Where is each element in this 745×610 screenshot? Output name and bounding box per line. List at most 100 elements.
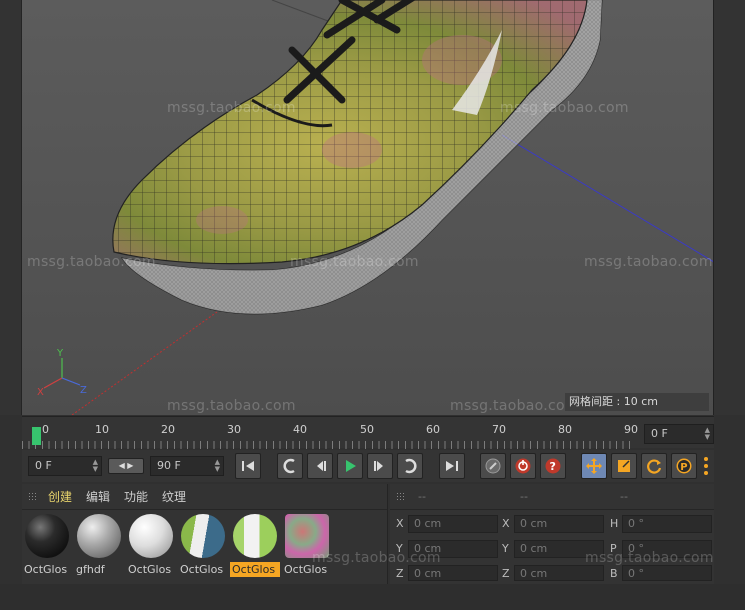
column-header: -- <box>620 490 628 503</box>
autokey-button[interactable]: ? <box>540 453 566 479</box>
tick-label: 0 <box>42 423 49 436</box>
rotate-tool-button[interactable] <box>641 453 667 479</box>
tick-label: 20 <box>161 423 175 436</box>
watermark: mssg.taobao.com <box>585 550 714 566</box>
svg-text:P: P <box>680 462 687 473</box>
material-label: OctGlos <box>128 563 172 576</box>
grid-spacing-readout: 网格间距 : 10 cm <box>565 393 709 411</box>
skip-start-icon <box>242 461 254 471</box>
material-preview <box>181 514 225 558</box>
material-label: OctGlos <box>230 562 280 577</box>
rotation-b-field[interactable]: 0 ° <box>622 565 712 581</box>
axis-label: Z <box>396 567 404 580</box>
record-button[interactable] <box>510 453 536 479</box>
material-item-selected[interactable]: OctGlos <box>230 514 280 578</box>
next-key-button[interactable] <box>397 453 423 479</box>
material-list: OctGlos gfhdf OctGlos OctGlos OctGlos Oc… <box>22 514 388 580</box>
material-item[interactable]: OctGlos <box>126 514 176 578</box>
key-icon <box>485 458 501 474</box>
current-frame-value: 0 F <box>651 427 668 440</box>
tick-label: 40 <box>293 423 307 436</box>
tick-label: 60 <box>426 423 440 436</box>
material-item[interactable]: OctGlos <box>282 514 332 578</box>
start-frame-value: 0 F <box>35 459 52 472</box>
material-preview <box>77 514 121 558</box>
rotate-icon <box>647 459 662 474</box>
axis-label: B <box>610 567 618 580</box>
size-x-field[interactable]: 0 cm <box>514 515 604 533</box>
go-to-start-button[interactable] <box>235 453 261 479</box>
parameter-tool-button[interactable]: P <box>671 453 697 479</box>
scale-icon <box>618 460 630 472</box>
end-frame-field[interactable]: 90 F ▲ ▼ <box>150 456 224 476</box>
move-tool-button[interactable] <box>581 453 607 479</box>
material-item[interactable]: gfhdf <box>74 514 124 578</box>
tick-label: 70 <box>492 423 506 436</box>
watermark: mssg.taobao.com <box>167 398 296 414</box>
axis-label: Y <box>502 542 509 555</box>
go-to-end-button[interactable] <box>439 453 465 479</box>
tick-label: 80 <box>558 423 572 436</box>
timeline[interactable]: 0 10 20 30 40 50 60 70 80 90 0 F ▲ ▼ <box>22 416 714 449</box>
playhead[interactable] <box>32 427 41 445</box>
timeline-ruler[interactable]: 0 10 20 30 40 50 60 70 80 90 <box>22 421 640 449</box>
material-label: OctGlos <box>180 563 224 576</box>
grip-icon[interactable] <box>28 491 38 502</box>
axis-gizmo: Y X Z <box>37 348 87 398</box>
end-frame-value: 90 F <box>157 459 181 472</box>
watermark: mssg.taobao.com <box>167 100 296 116</box>
watermark: mssg.taobao.com <box>450 398 579 414</box>
right-toolbar <box>714 0 745 415</box>
material-preview <box>233 514 277 558</box>
keyframe-selection-button[interactable] <box>480 453 506 479</box>
axis-label: Z <box>502 567 510 580</box>
column-header: -- <box>520 490 528 503</box>
axis-label: H <box>610 517 619 530</box>
rotation-h-field[interactable]: 0 ° <box>622 515 712 533</box>
transport-bar: 0 F ▲ ▼ ◀ ▶ 90 F ▲ ▼ ? P <box>22 450 714 482</box>
next-frame-button[interactable] <box>367 453 393 479</box>
skip-end-icon <box>446 461 458 471</box>
position-x-field[interactable]: 0 cm <box>408 515 498 533</box>
range-slider-button[interactable]: ◀ ▶ <box>108 458 144 474</box>
material-menu-bar: 创建 编辑 功能 纹理 <box>22 484 387 510</box>
3d-viewport[interactable]: Y X Z mssg.taobao.com mssg.taobao.com ms… <box>22 0 714 415</box>
tick-label: 90 <box>624 423 638 436</box>
tick-label: 50 <box>360 423 374 436</box>
material-preview <box>129 514 173 558</box>
status-strip <box>0 584 745 610</box>
help-icon: ? <box>545 458 561 474</box>
scale-tool-button[interactable] <box>611 453 637 479</box>
material-item[interactable]: OctGlos <box>178 514 228 578</box>
tick-label: 10 <box>95 423 109 436</box>
material-item[interactable]: OctGlos <box>22 514 72 578</box>
grip-icon[interactable] <box>396 491 406 502</box>
axis-y-label: Y <box>56 348 64 359</box>
menu-create[interactable]: 创建 <box>48 488 72 505</box>
spinner-icon[interactable]: ▲ ▼ <box>215 459 220 473</box>
coordinates-panel: -- -- -- X 0 cm X 0 cm H 0 ° Y 0 cm Y 0 … <box>390 484 714 584</box>
record-icon <box>515 458 531 474</box>
material-label: OctGlos <box>24 563 68 576</box>
prev-key-icon <box>283 458 295 474</box>
more-dots-icon[interactable] <box>702 455 710 477</box>
prev-key-button[interactable] <box>277 453 303 479</box>
spinner-icon[interactable]: ▲ ▼ <box>705 427 710 441</box>
menu-function[interactable]: 功能 <box>124 488 148 505</box>
watermark: mssg.taobao.com <box>27 254 156 270</box>
material-preview <box>25 514 69 558</box>
menu-edit[interactable]: 编辑 <box>86 488 110 505</box>
play-icon <box>346 460 356 472</box>
menu-texture[interactable]: 纹理 <box>162 488 186 505</box>
position-z-field[interactable]: 0 cm <box>408 565 498 581</box>
size-z-field[interactable]: 0 cm <box>514 565 604 581</box>
spinner-icon[interactable]: ▲ ▼ <box>93 459 98 473</box>
current-frame-field[interactable]: 0 F ▲ ▼ <box>644 424 714 444</box>
floor-axis-blue <box>501 134 713 262</box>
play-button[interactable] <box>337 453 363 479</box>
start-frame-field[interactable]: 0 F ▲ ▼ <box>28 456 102 476</box>
prev-frame-button[interactable] <box>307 453 333 479</box>
axis-label: X <box>396 517 404 530</box>
watermark: mssg.taobao.com <box>312 550 441 566</box>
watermark: mssg.taobao.com <box>584 254 713 270</box>
